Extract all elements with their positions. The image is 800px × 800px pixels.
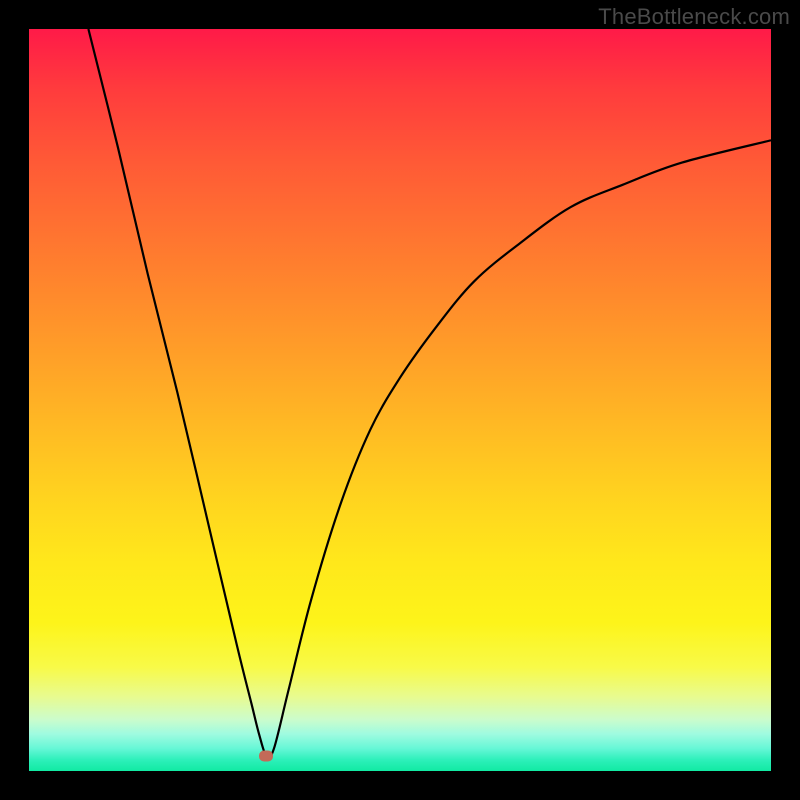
watermark-text: TheBottleneck.com <box>598 4 790 30</box>
curve-path <box>88 29 771 758</box>
chart-plot-area <box>29 29 771 771</box>
bottleneck-curve <box>29 29 771 771</box>
optimal-point-marker <box>259 751 273 762</box>
